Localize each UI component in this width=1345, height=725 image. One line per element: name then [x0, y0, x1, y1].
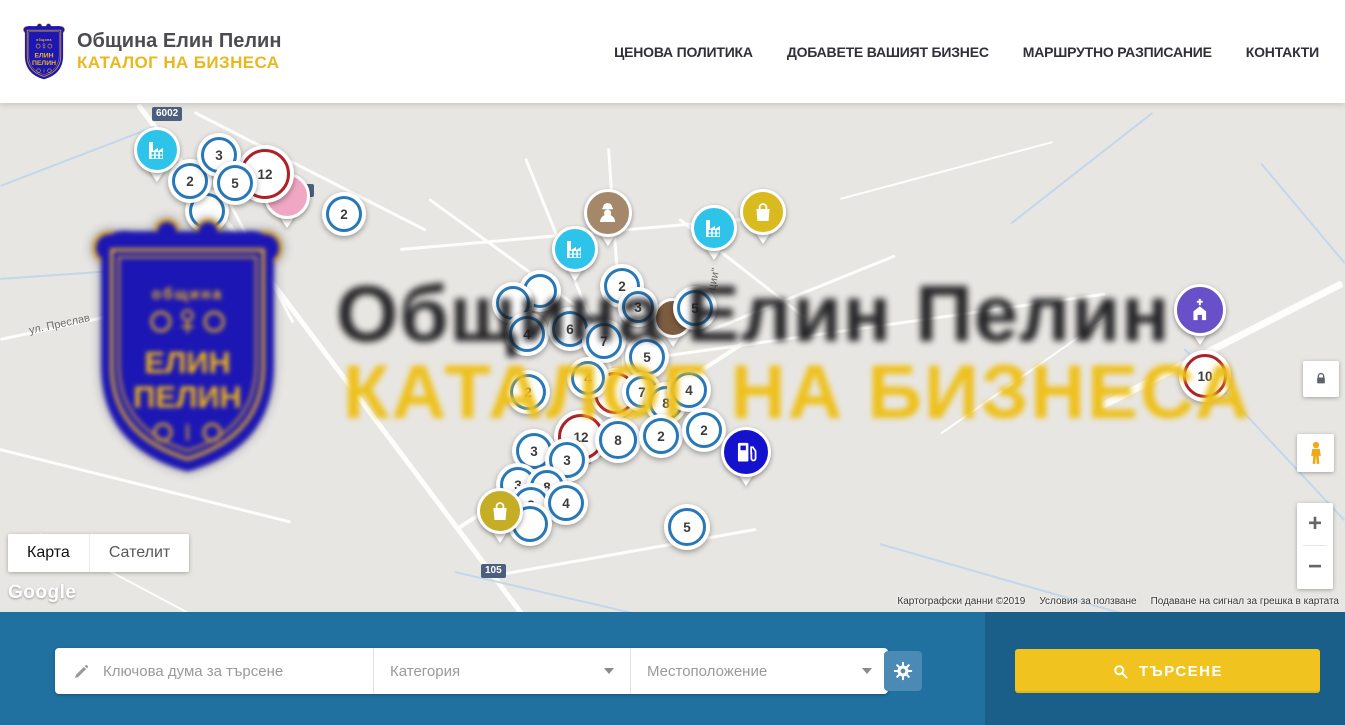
pin-bag-marker[interactable] — [740, 189, 786, 235]
gear-icon — [892, 660, 914, 682]
cluster-marker[interactable]: 4 — [567, 357, 609, 399]
location-select[interactable]: Местоположение — [630, 648, 888, 694]
terms-of-use-link[interactable]: Условия за ползване — [1039, 596, 1136, 607]
cluster-marker[interactable]: 3 — [618, 287, 658, 327]
map-data-notice: Картографски данни ©2019 — [897, 596, 1025, 607]
cluster-marker[interactable]: 8 — [595, 417, 641, 463]
search-button-label: ТЪРСЕНЕ — [1139, 663, 1223, 680]
cluster-marker[interactable]: 5 — [213, 161, 257, 205]
cluster-marker[interactable]: 2 — [639, 414, 683, 458]
zoom-control: + − — [1297, 503, 1333, 589]
pegman-icon — [1303, 439, 1329, 467]
cluster-marker[interactable]: 4 — [505, 312, 549, 356]
header: община ЕЛИН ПЕЛИН Община Елин Пелин КАТА… — [0, 0, 1345, 103]
nav-contacts[interactable]: КОНТАКТИ — [1246, 44, 1319, 60]
pin-factory-marker[interactable] — [691, 205, 737, 251]
nav-add-your-business[interactable]: ДОБАВЕТЕ ВАШИЯТ БИЗНЕС — [787, 44, 989, 60]
pin-bag-marker[interactable] — [477, 488, 523, 534]
cluster-marker[interactable]: 5 — [664, 504, 710, 550]
pin-factory-marker[interactable] — [552, 226, 598, 272]
category-select[interactable]: Категория — [373, 648, 630, 694]
municipality-crest-logo: община ЕЛИН ПЕЛИН — [20, 22, 68, 82]
site-title: Община Елин Пелин — [77, 30, 281, 53]
main-nav: ЦЕНОВА ПОЛИТИКА ДОБАВЕТЕ ВАШИЯТ БИЗНЕС М… — [614, 0, 1319, 103]
keyword-field[interactable] — [55, 648, 373, 694]
cluster-marker[interactable]: 2 — [506, 370, 550, 414]
keyword-search-input[interactable] — [101, 662, 335, 681]
lock-icon — [1313, 371, 1329, 387]
site-subtitle: КАТАЛОГ НА БИЗНЕСА — [77, 53, 281, 73]
search-icon — [1112, 663, 1129, 680]
chevron-down-icon — [862, 668, 872, 674]
pin-factory-marker[interactable] — [134, 127, 180, 173]
search-bar: Категория Местоположение — [0, 612, 1345, 725]
pin-church-marker[interactable] — [1174, 284, 1226, 336]
map-type-satellite-button[interactable]: Сателит — [89, 534, 189, 572]
map-type-map-button[interactable]: Карта — [8, 534, 89, 572]
category-select-value: Категория — [390, 663, 460, 680]
crest-name-line2: ПЕЛИН — [32, 60, 56, 67]
report-map-error-link[interactable]: Подаване на сигнал за грешка в картата — [1151, 596, 1339, 607]
brand[interactable]: община ЕЛИН ПЕЛИН Община Елин Пелин КАТА… — [20, 22, 281, 82]
location-select-value: Местоположение — [647, 663, 767, 680]
page: община ЕЛИН ПЕЛИН Община Елин Пелин КАТА… — [0, 0, 1345, 725]
google-logo[interactable]: Google — [8, 582, 76, 604]
lock-button[interactable] — [1303, 361, 1339, 397]
street-view-pegman-button[interactable] — [1297, 434, 1334, 472]
brand-text: Община Елин Пелин КАТАЛОГ НА БИЗНЕСА — [77, 30, 281, 73]
chevron-down-icon — [604, 668, 614, 674]
cluster-marker[interactable]: 10 — [1179, 350, 1231, 402]
map-type-control: Карта Сателит — [8, 534, 189, 572]
crest-name-line1: ЕЛИН — [34, 52, 53, 59]
map-attribution: Картографски данни ©2019 Условия за полз… — [897, 596, 1339, 607]
map-markers-layer: 12121023522354675427848223338345 — [0, 103, 1345, 612]
search-button[interactable]: ТЪРСЕНЕ — [1015, 649, 1320, 693]
advanced-search-settings-button[interactable] — [884, 651, 922, 691]
cluster-marker[interactable]: 2 — [682, 408, 726, 452]
map-canvas[interactable]: 6002105ул. Преславбул. „Новоселции" 1212… — [0, 103, 1345, 612]
cluster-marker[interactable]: 4 — [667, 368, 711, 412]
pencil-icon — [73, 663, 90, 680]
cluster-marker[interactable]: 2 — [322, 192, 366, 236]
search-fields: Категория Местоположение — [55, 648, 888, 694]
nav-pricing-policy[interactable]: ЦЕНОВА ПОЛИТИКА — [614, 44, 753, 60]
zoom-out-button[interactable]: − — [1297, 546, 1333, 588]
crest-small-text: община — [36, 38, 52, 42]
pin-fuel-marker[interactable] — [721, 427, 771, 477]
zoom-in-button[interactable]: + — [1297, 503, 1333, 545]
cluster-marker[interactable]: 5 — [673, 286, 717, 330]
nav-route-schedule[interactable]: МАРШРУТНО РАЗПИСАНИЕ — [1023, 44, 1212, 60]
